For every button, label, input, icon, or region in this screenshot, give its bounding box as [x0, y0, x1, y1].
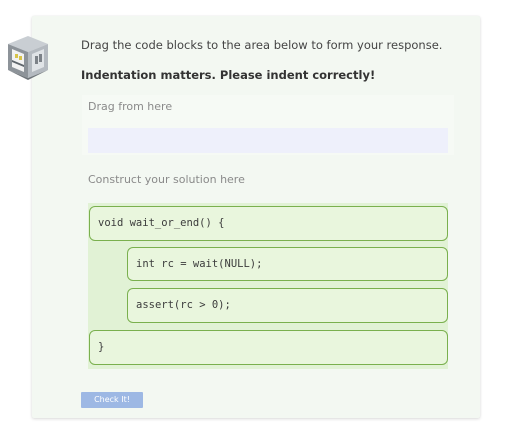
code-block[interactable]: assert(rc > 0); — [127, 288, 448, 323]
check-it-button[interactable]: Check It! — [81, 392, 143, 408]
target-area-label: Construct your solution here — [88, 173, 245, 186]
source-area-label: Drag from here — [88, 100, 173, 113]
source-drop-area[interactable] — [88, 128, 448, 153]
building-logo-icon — [8, 36, 48, 80]
indentation-warning: Indentation matters. Please indent corre… — [81, 68, 376, 82]
code-block[interactable]: } — [89, 330, 448, 365]
code-block[interactable]: void wait_or_end() { — [89, 206, 448, 241]
instructions-text: Drag the code blocks to the area below t… — [81, 38, 443, 52]
code-block[interactable]: int rc = wait(NULL); — [127, 247, 448, 281]
